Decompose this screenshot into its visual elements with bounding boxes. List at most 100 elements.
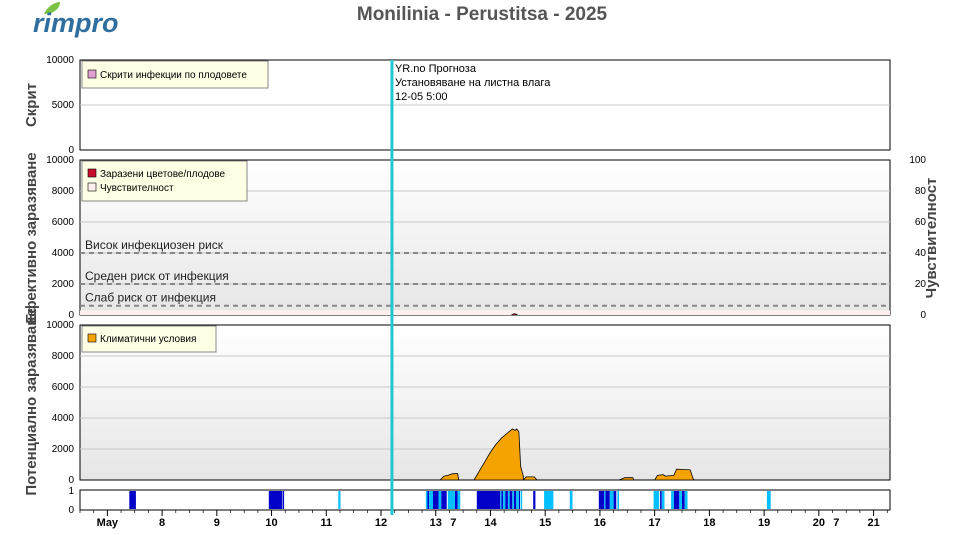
y-ticks: 0 2000 4000 6000 8000 10000 bbox=[46, 320, 74, 486]
y-tick-label: 8000 bbox=[52, 186, 75, 197]
wetness-bar-dark bbox=[509, 491, 513, 509]
y-tick-label: 8000 bbox=[52, 351, 75, 362]
wetness-bar-dark bbox=[613, 491, 617, 509]
y-tick-label: 2000 bbox=[52, 444, 75, 455]
legend-swatch-hidden bbox=[87, 69, 97, 79]
x-tick-label: 7 bbox=[833, 517, 839, 529]
y-tick-label: 6000 bbox=[52, 382, 75, 393]
sensitivity-band bbox=[80, 310, 890, 315]
wetness-bar-light bbox=[338, 491, 341, 509]
x-tick-label: 20 bbox=[813, 517, 825, 529]
legend-label: Скрити инфекции по плодовете bbox=[100, 69, 247, 81]
wetness-bar-light bbox=[671, 491, 674, 509]
wetness-bar-light bbox=[609, 491, 614, 509]
x-tick-label: 14 bbox=[484, 517, 497, 529]
wetness-bar-dark bbox=[505, 491, 508, 509]
x-tick-label: 7 bbox=[450, 517, 456, 529]
panel-wetness: 0 1 bbox=[68, 486, 891, 516]
legend-swatch-infected bbox=[87, 168, 97, 178]
y-tick-label: 1 bbox=[68, 486, 74, 497]
wetness-bar-light bbox=[429, 491, 433, 509]
y2-axis-label: Чувствителност bbox=[923, 178, 940, 299]
wetness-bar-light bbox=[447, 491, 455, 509]
monilinia-chart: rimpro Monilinia - Perustitsa - 2025 0 5… bbox=[23, 2, 940, 529]
y2-tick-label: 100 bbox=[909, 155, 926, 166]
x-tick-label: 8 bbox=[159, 517, 165, 529]
x-tick-label: 21 bbox=[867, 517, 879, 529]
legend: Скрити инфекции по плодовете bbox=[81, 60, 269, 89]
y-tick-label: 6000 bbox=[52, 217, 75, 228]
y-tick-label: 10000 bbox=[46, 155, 74, 166]
forecast-source: YR.no Прогноза bbox=[395, 63, 477, 75]
x-tick-label: 11 bbox=[320, 517, 332, 529]
x-tick-label: 17 bbox=[649, 517, 661, 529]
forecast-datetime: 12-05 5:00 bbox=[395, 91, 448, 103]
forecast-text: Установяване на листна влага bbox=[395, 77, 551, 89]
legend-box bbox=[81, 160, 248, 202]
wetness-bar-dark bbox=[660, 491, 662, 509]
wetness-bar-light bbox=[604, 491, 606, 509]
wetness-bar-dark bbox=[476, 491, 501, 509]
rimpro-logo[interactable]: rimpro bbox=[33, 2, 119, 38]
threshold-label: Слаб риск от инфекция bbox=[85, 291, 216, 305]
wetness-bar-light bbox=[617, 491, 619, 509]
wetness-bar-light bbox=[508, 491, 510, 509]
wetness-bar-dark bbox=[682, 491, 685, 509]
x-tick-label: 16 bbox=[594, 517, 606, 529]
wetness-bar-light bbox=[457, 491, 461, 509]
wetness-bar-light bbox=[661, 491, 665, 509]
wetness-bar-light bbox=[684, 491, 688, 509]
y-axis-label: Потенциално заразяване bbox=[23, 308, 40, 495]
wetness-bar-light bbox=[569, 491, 573, 509]
wetness-bar-light bbox=[653, 491, 660, 509]
y-axis-label: Ефективно заразяване bbox=[23, 152, 40, 323]
chart-title: Monilinia - Perustitsa - 2025 bbox=[357, 4, 608, 25]
wetness-bar-dark bbox=[454, 491, 458, 509]
wetness-bar-dark bbox=[268, 491, 283, 509]
wetness-bar-light bbox=[425, 491, 428, 509]
x-tick-label: 18 bbox=[703, 517, 715, 529]
panel-climate: 0 2000 4000 6000 8000 10000 Потенциално зараз… bbox=[23, 308, 891, 496]
wetness-bar-light bbox=[438, 491, 442, 509]
legend: Климатични условия bbox=[81, 325, 217, 353]
wetness-bar-dark bbox=[501, 491, 503, 509]
x-tick-label: 10 bbox=[265, 517, 277, 529]
wetness-bar-dark bbox=[433, 491, 439, 509]
y-tick-label: 4000 bbox=[52, 248, 75, 259]
legend: Заразени цветове/плодове Чувствителност bbox=[81, 160, 248, 202]
y2-tick-label: 0 bbox=[920, 310, 926, 321]
wetness-bar-light bbox=[766, 491, 771, 509]
y-tick-label: 4000 bbox=[52, 413, 75, 424]
x-tick-label: 9 bbox=[214, 517, 220, 529]
legend-label: Климатични условия bbox=[100, 334, 196, 345]
y-tick-label: 2000 bbox=[52, 279, 75, 290]
wetness-bar-light bbox=[503, 491, 506, 509]
wetness-bar-dark bbox=[673, 491, 680, 509]
wetness-bar-dark bbox=[129, 491, 136, 509]
x-tick-label: 19 bbox=[758, 517, 770, 529]
x-tick-label: 13 bbox=[430, 517, 442, 529]
y-ticks: 0200040006000800010000 bbox=[46, 155, 74, 321]
x-tick-label: May bbox=[97, 517, 119, 529]
y-tick-label: 0 bbox=[68, 505, 74, 516]
logo-text: rimpro bbox=[33, 8, 119, 38]
wetness-bar-dark bbox=[605, 491, 610, 509]
wetness-bar-dark bbox=[533, 491, 536, 509]
wetness-bar-dark bbox=[598, 491, 605, 509]
wetness-bar-dark bbox=[514, 491, 517, 509]
wetness-bar-light bbox=[516, 491, 519, 509]
wetness-bar-dark bbox=[518, 491, 520, 509]
wetness-bar-dark bbox=[427, 491, 430, 509]
y-tick-label: 10000 bbox=[46, 320, 74, 331]
y-tick-label: 10000 bbox=[46, 55, 74, 66]
wetness-bar-light bbox=[512, 491, 514, 509]
threshold-label: Среден риск от инфекция bbox=[85, 269, 229, 283]
x-axis: May 8 9 10 11 12 13 7 14 15 16 17 18 19 20 7 21 bbox=[79, 510, 888, 529]
y-tick-label: 0 bbox=[68, 475, 74, 486]
wetness-bar-dark bbox=[283, 491, 285, 509]
threshold-label: Висок инфекциозен риск bbox=[85, 238, 224, 252]
y-tick-label: 5000 bbox=[52, 100, 75, 111]
legend-swatch-sensitivity bbox=[87, 182, 97, 192]
wetness-bar-dark bbox=[441, 491, 447, 509]
x-tick-label: 15 bbox=[539, 517, 551, 529]
